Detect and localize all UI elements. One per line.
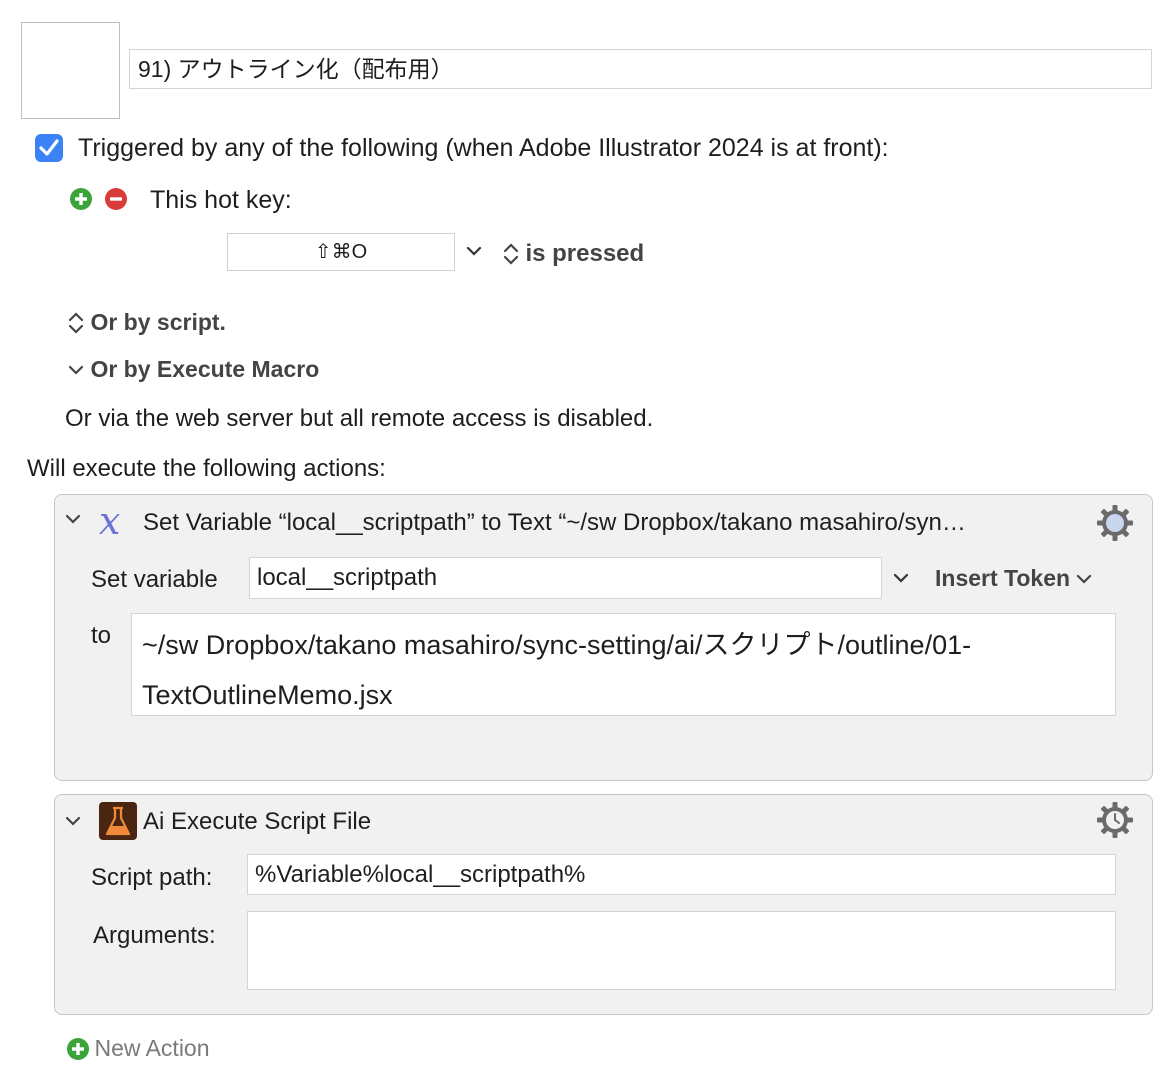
or-by-script-label: Or by script. <box>90 309 226 335</box>
action-title: Set Variable “local__scriptpath” to Text… <box>143 509 966 536</box>
hotkey-label: This hot key: <box>150 186 292 214</box>
trigger-header: Triggered by any of the following (when … <box>78 134 889 162</box>
updown-chevron-icon <box>68 311 84 334</box>
or-by-execute-macro-label: Or by Execute Macro <box>90 356 320 382</box>
chevron-down-icon <box>1076 574 1091 584</box>
action-collapse-toggle[interactable] <box>64 814 82 833</box>
chevron-down-icon <box>65 816 81 826</box>
macro-icon-well[interactable] <box>21 22 120 119</box>
new-action-label: New Action <box>94 1035 210 1061</box>
text-value-field[interactable]: ~/sw Dropbox/takano masahiro/sync-settin… <box>131 613 1116 716</box>
checkmark-icon <box>39 139 59 156</box>
hotkey-field[interactable]: ⇧⌘O <box>227 233 455 271</box>
or-by-script-popup[interactable]: Or by script. <box>66 309 226 336</box>
minus-circle-icon <box>105 188 127 210</box>
condition-label: is pressed <box>525 240 645 267</box>
text-value-line-1: ~/sw Dropbox/takano masahiro/sync-settin… <box>142 630 972 660</box>
script-path-field[interactable]: %Variable%local__scriptpath% <box>247 854 1116 895</box>
insert-token-label: Insert Token <box>935 565 1071 591</box>
text-value-line-2: TextOutlineMemo.jsx <box>142 680 393 710</box>
arguments-field[interactable] <box>247 911 1116 990</box>
add-trigger-button[interactable] <box>69 187 93 216</box>
macro-name-field[interactable]: 91) アウトライン化（配布用） <box>129 49 1152 89</box>
action-title: Ai Execute Script File <box>143 808 372 835</box>
action-set-variable[interactable]: x Set Variable “local__scriptpath” to Te… <box>54 494 1153 781</box>
gear-icon <box>1097 802 1133 838</box>
trigger-checkbox[interactable] <box>35 134 63 162</box>
chevron-down-icon <box>893 573 909 583</box>
condition-popup[interactable]: is pressed <box>501 240 644 268</box>
chevron-down-icon <box>68 365 84 375</box>
action-gear-button[interactable] <box>1095 800 1135 845</box>
new-action-button[interactable]: New Action <box>66 1035 210 1062</box>
hotkey-dropdown[interactable] <box>465 244 483 263</box>
action-collapse-toggle[interactable] <box>64 512 82 531</box>
or-by-execute-macro-disclosure[interactable]: Or by Execute Macro <box>66 356 319 383</box>
plus-circle-icon <box>70 188 92 210</box>
arguments-label: Arguments: <box>93 922 216 949</box>
set-variable-label: Set variable <box>91 566 218 593</box>
plus-circle-icon <box>67 1037 89 1060</box>
variable-name-dropdown[interactable] <box>892 571 910 590</box>
updown-chevron-icon <box>503 243 519 265</box>
gear-icon <box>1097 505 1133 541</box>
insert-token-button[interactable]: Insert Token <box>935 565 1093 592</box>
script-path-label: Script path: <box>91 864 213 891</box>
illustrator-flask-icon <box>98 801 138 846</box>
chevron-down-icon <box>65 514 81 524</box>
svg-text:x: x <box>99 501 120 541</box>
web-server-note: Or via the web server but all remote acc… <box>65 405 654 432</box>
action-execute-script[interactable]: Ai Execute Script File Script path: %Var… <box>54 794 1153 1015</box>
action-gear-button[interactable] <box>1095 503 1135 548</box>
variable-x-icon: x <box>95 499 139 543</box>
actions-header: Will execute the following actions: <box>27 455 386 482</box>
variable-name-field[interactable]: local__scriptpath <box>249 557 882 599</box>
remove-trigger-button[interactable] <box>104 187 128 216</box>
to-label: to <box>91 622 112 649</box>
chevron-down-icon <box>466 246 482 256</box>
